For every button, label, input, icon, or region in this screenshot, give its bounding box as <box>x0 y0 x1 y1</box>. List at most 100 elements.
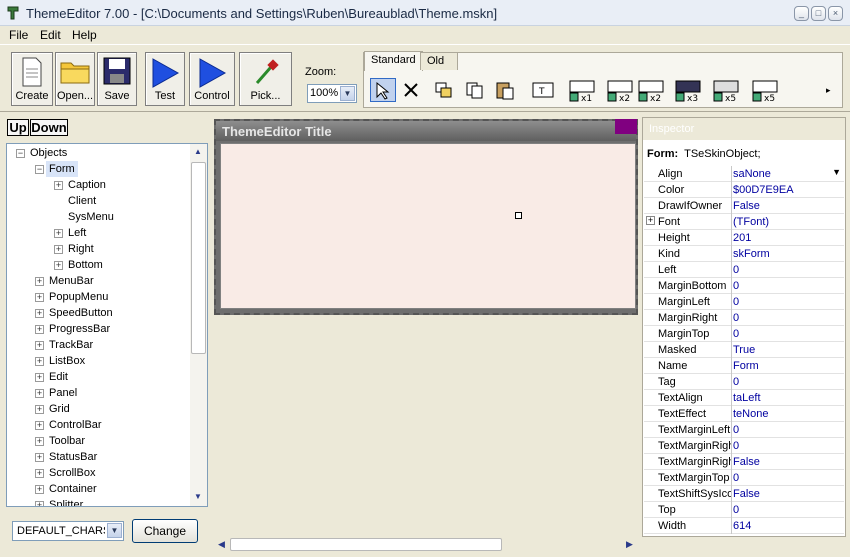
control-button[interactable]: Control <box>189 52 235 106</box>
property-row[interactable]: TextEffect teNone <box>644 406 844 422</box>
tree-scrollbar[interactable]: ▲ ▼ <box>190 144 207 506</box>
tree-item[interactable]: Form <box>46 161 78 177</box>
property-row[interactable]: Width 614 <box>644 518 844 534</box>
expand-icon[interactable]: + <box>54 229 63 238</box>
menu-edit[interactable]: Edit <box>40 28 61 42</box>
property-row[interactable]: TextMarginLeft 0 <box>644 422 844 438</box>
tree-item[interactable]: SpeedButton <box>49 305 113 321</box>
property-value[interactable]: False <box>733 488 843 500</box>
property-row[interactable]: MarginRight 0 <box>644 310 844 326</box>
ok-button-x5-icon[interactable]: x5 <box>711 78 741 104</box>
chevron-down-icon[interactable]: ▼ <box>107 523 122 538</box>
property-value[interactable]: 0 <box>733 376 843 388</box>
property-value[interactable]: Form <box>733 360 843 372</box>
zoom-select[interactable]: 100% ▼ <box>307 84 357 103</box>
down-button[interactable]: Down <box>30 119 68 136</box>
chevron-down-icon[interactable]: ▼ <box>340 86 355 101</box>
property-value[interactable]: 0 <box>733 312 843 324</box>
property-value[interactable]: 0 <box>733 280 843 292</box>
property-row[interactable]: Align saNone ▼ <box>644 166 844 182</box>
charset-select[interactable]: DEFAULT_CHARSET ▼ <box>12 521 124 541</box>
pick-button[interactable]: Pick... <box>239 52 292 106</box>
scroll-thumb[interactable] <box>191 162 206 354</box>
close-button[interactable]: × <box>828 6 843 21</box>
expand-icon[interactable]: + <box>35 501 44 506</box>
expand-icon[interactable]: + <box>54 181 63 190</box>
tree-item[interactable]: StatusBar <box>49 449 97 465</box>
property-value[interactable]: 201 <box>733 232 843 244</box>
property-value[interactable]: False <box>733 456 843 468</box>
expand-icon[interactable]: + <box>35 469 44 478</box>
expand-icon[interactable]: + <box>35 389 44 398</box>
property-row[interactable]: DrawIfOwner False <box>644 198 844 214</box>
scroll-right-icon[interactable]: ▸ <box>826 85 831 96</box>
expand-icon[interactable]: + <box>35 421 44 430</box>
property-value[interactable]: 0 <box>733 328 843 340</box>
tree-item[interactable]: ControlBar <box>49 417 102 433</box>
form-client-area[interactable] <box>220 143 636 309</box>
property-row[interactable]: TextAlign taLeft <box>644 390 844 406</box>
property-row[interactable]: Masked True <box>644 342 844 358</box>
tree-item[interactable]: ScrollBox <box>49 465 95 481</box>
expand-icon[interactable]: + <box>35 373 44 382</box>
expand-icon[interactable]: + <box>35 277 44 286</box>
tree-item[interactable]: Panel <box>49 385 77 401</box>
object-tree[interactable]: − Objects − Form + Caption Client SysMenu + Left +… <box>6 143 208 507</box>
tree-item[interactable]: PopupMenu <box>49 289 108 305</box>
hscroll-thumb[interactable] <box>230 538 502 551</box>
property-row[interactable]: Kind skForm <box>644 246 844 262</box>
resize-handle[interactable] <box>515 212 522 219</box>
create-button[interactable]: Create <box>11 52 53 106</box>
property-value[interactable]: False <box>733 200 843 212</box>
minimize-button[interactable]: _ <box>794 6 809 21</box>
expand-icon[interactable]: + <box>54 245 63 254</box>
expand-icon[interactable]: + <box>646 216 655 225</box>
expand-icon[interactable]: + <box>35 485 44 494</box>
expand-icon[interactable]: + <box>35 293 44 302</box>
expand-icon[interactable]: + <box>35 437 44 446</box>
scroll-left-icon[interactable]: ◀ <box>218 539 225 550</box>
property-value[interactable]: saNone <box>733 168 843 180</box>
property-value[interactable]: 0 <box>733 424 843 436</box>
tree-item[interactable]: Grid <box>49 401 70 417</box>
property-row[interactable]: TextMarginTop 0 <box>644 470 844 486</box>
property-row[interactable]: MarginTop 0 <box>644 326 844 342</box>
maximize-button[interactable]: □ <box>811 6 826 21</box>
collapse-icon[interactable]: − <box>35 165 44 174</box>
property-value[interactable]: 0 <box>733 504 843 516</box>
property-row[interactable]: Top 0 <box>644 502 844 518</box>
property-value[interactable]: skForm <box>733 248 843 260</box>
tree-item[interactable]: TrackBar <box>49 337 93 353</box>
tree-item[interactable]: Bottom <box>68 257 103 273</box>
expand-icon[interactable]: + <box>54 261 63 270</box>
test-button[interactable]: Test <box>145 52 185 106</box>
menu-help[interactable]: Help <box>72 28 97 42</box>
expand-icon[interactable]: + <box>35 453 44 462</box>
text-object-x2-icon[interactable]: x2 <box>605 78 635 104</box>
open-button[interactable]: Open... <box>55 52 95 106</box>
property-value[interactable]: taLeft <box>733 392 843 404</box>
menu-file[interactable]: File <box>9 28 28 42</box>
scroll-down-icon[interactable]: ▼ <box>194 492 202 501</box>
property-row[interactable]: + Font (TFont) <box>644 214 844 230</box>
tree-item[interactable]: Client <box>68 193 96 209</box>
property-row[interactable]: TextMarginRightShadowFalse <box>644 454 844 470</box>
tree-item[interactable]: Toolbar <box>49 433 85 449</box>
collapse-icon[interactable]: − <box>16 149 25 158</box>
tab-standard[interactable]: Standard <box>364 51 423 71</box>
pointer-tool-icon[interactable] <box>370 78 396 102</box>
property-row[interactable]: Height 201 <box>644 230 844 246</box>
text-object-x2-alt-icon[interactable]: x2 <box>636 78 666 104</box>
save-button[interactable]: Save <box>97 52 137 106</box>
property-value[interactable]: teNone <box>733 408 843 420</box>
expand-icon[interactable]: + <box>35 341 44 350</box>
up-button[interactable]: Up <box>7 119 29 136</box>
tree-item[interactable]: Splitter <box>49 497 83 506</box>
tree-item[interactable]: MenuBar <box>49 273 94 289</box>
chevron-down-icon[interactable]: ▼ <box>832 167 841 177</box>
property-value[interactable]: True <box>733 344 843 356</box>
tree-item[interactable]: Caption <box>68 177 106 193</box>
property-row[interactable]: Name Form <box>644 358 844 374</box>
expand-icon[interactable]: + <box>35 357 44 366</box>
property-row[interactable]: Tag 0 <box>644 374 844 390</box>
